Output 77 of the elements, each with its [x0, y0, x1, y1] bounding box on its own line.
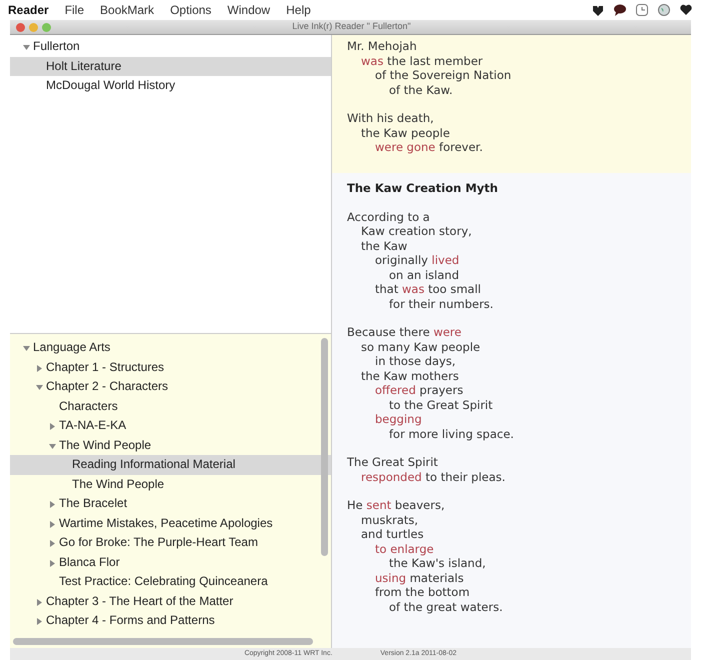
tree-item[interactable]: Reading Informational Material — [10, 455, 331, 474]
menu-item[interactable]: BookMark — [100, 1, 154, 19]
text-line: of the Sovereign Nation — [374, 68, 512, 82]
tree-item[interactable]: Fullerton — [10, 37, 331, 56]
tree-item[interactable]: Wartime Mistakes, Peacetime Apologies — [10, 514, 331, 533]
menu-item[interactable]: Options — [170, 1, 212, 19]
tree-item[interactable]: The Bracelet — [10, 494, 331, 514]
text-line: the Kaw people — [360, 126, 451, 140]
app-menu[interactable]: Reader — [8, 1, 49, 19]
text-line: to enlarge — [374, 542, 435, 556]
text-line: for their numbers. — [388, 296, 494, 311]
menu-item[interactable]: File — [64, 1, 84, 19]
tree-item[interactable]: Test Practice: Celebrating Quinceanera — [10, 572, 331, 592]
text-line: the Kaw mothers — [360, 368, 460, 383]
text-line: Kaw creation story, — [360, 224, 473, 238]
text-line: that was too small — [374, 282, 482, 296]
text-line: on an island — [388, 268, 460, 282]
text-line: The Great Spirit — [347, 455, 439, 470]
text-line: so many Kaw people — [360, 340, 482, 354]
expand-icon[interactable] — [49, 423, 56, 430]
text-line: Mr. Mehojah — [347, 39, 418, 54]
text-line: According to a — [347, 210, 431, 224]
tree-item[interactable]: Holt Literature — [10, 56, 331, 76]
expand-icon[interactable] — [36, 364, 43, 372]
text-line: of the great waters. — [388, 600, 504, 614]
menu-item[interactable]: Window — [227, 1, 270, 19]
collapse-icon[interactable] — [49, 442, 56, 450]
tree-item[interactable]: Blanca Flor — [10, 552, 331, 572]
tree-item[interactable]: TA-NA-E-KA — [10, 416, 331, 436]
close-button[interactable] — [16, 22, 25, 32]
scrollbar[interactable] — [321, 338, 328, 556]
expand-icon[interactable] — [49, 520, 56, 528]
text-line: using materials — [374, 570, 465, 585]
text-line: the Kaw — [360, 238, 408, 253]
text-line: Because there were — [347, 325, 462, 340]
tree-item[interactable]: Chapter 4 - Forms and Patterns — [10, 611, 331, 630]
text-line: of the Kaw. — [388, 82, 454, 97]
window-title: Live Ink(r) Reader " Fullerton" — [291, 20, 412, 34]
text-line: for more living space. — [388, 426, 515, 441]
expand-icon[interactable] — [36, 598, 43, 606]
scrollbar[interactable] — [13, 638, 313, 645]
collapse-icon[interactable] — [23, 44, 30, 52]
expand-icon[interactable] — [36, 618, 43, 626]
tree-item[interactable]: Chapter 1 - Structures — [10, 358, 331, 377]
menu-item[interactable]: Help — [286, 1, 311, 19]
tree-item[interactable]: Characters — [10, 396, 331, 416]
text-line: begging — [374, 412, 423, 426]
text-line: in those days, — [374, 354, 456, 368]
tree-item[interactable]: Go for Broke: The Purple-Heart Team — [10, 533, 331, 552]
text-line: from the bottom — [374, 585, 471, 600]
clock-icon[interactable] — [635, 3, 649, 17]
text-line: offered prayers — [374, 383, 464, 398]
text-line: originally lived — [374, 253, 460, 268]
globe-icon[interactable] — [657, 3, 671, 17]
speech-bubble-icon[interactable] — [613, 3, 627, 17]
heart-icon[interactable] — [679, 3, 693, 17]
expand-icon[interactable] — [49, 501, 56, 508]
text-line: and turtles — [360, 527, 425, 542]
expand-icon[interactable] — [49, 540, 56, 548]
text-line: He sent beavers, — [347, 498, 446, 512]
text-line: With his death, — [347, 111, 435, 126]
heading: The Kaw Creation Myth — [347, 180, 499, 196]
collapse-icon[interactable] — [36, 384, 43, 392]
tree-item[interactable]: Chapter 3 - The Heart of the Matter — [10, 592, 331, 611]
tree-item[interactable]: Chapter 2 - Characters — [10, 377, 331, 396]
text-line: was the last member — [360, 54, 484, 68]
tree-item[interactable]: McDougal World History — [10, 76, 331, 96]
text-line: muskrats, — [360, 512, 420, 527]
text-line: to the Great Spirit — [388, 398, 494, 412]
text-line: the Kaw's island, — [388, 556, 487, 570]
expand-icon[interactable] — [49, 560, 56, 567]
tree-item[interactable]: The Wind People — [10, 436, 331, 455]
tree-item[interactable]: The Wind People — [10, 474, 331, 494]
text-line: were gone forever. — [374, 140, 484, 154]
text-line: responded to their pleas. — [360, 470, 506, 484]
tree-item[interactable]: Language Arts — [10, 338, 331, 358]
collapse-icon[interactable] — [23, 345, 30, 352]
